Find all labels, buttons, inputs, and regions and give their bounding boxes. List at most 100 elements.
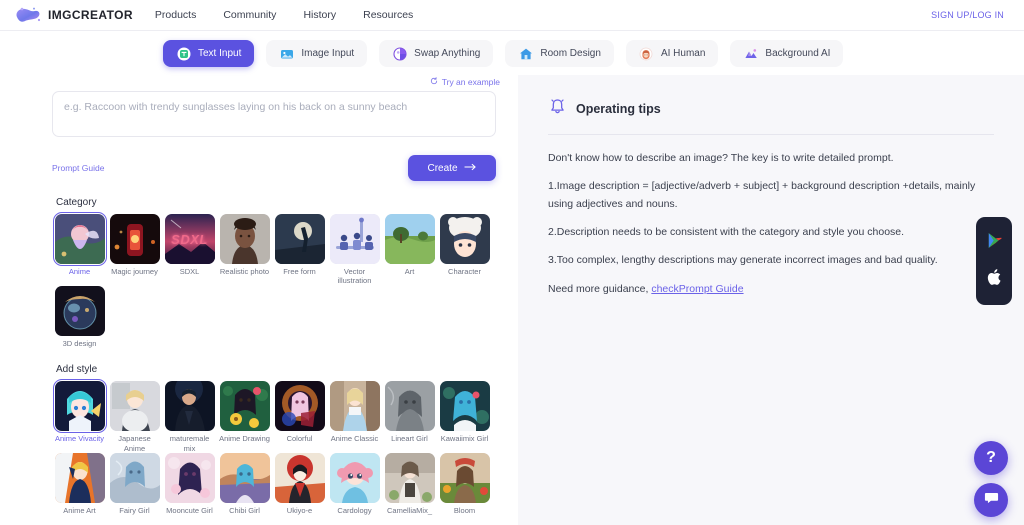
style-thumbnail (109, 381, 160, 432)
apple-icon[interactable] (985, 267, 1004, 291)
style-item-anime-drawing[interactable]: Anime Drawing (217, 381, 272, 453)
style-label: Japanese Anime (118, 434, 151, 453)
tab-label: Swap Anything (414, 48, 481, 59)
category-item-realistic-photo[interactable]: Realistic photo (217, 214, 272, 286)
tips-paragraph: 3.Too complex, lengthy descriptions may … (548, 254, 938, 267)
style-item-cardology[interactable]: Cardology (327, 452, 382, 515)
category-item-character[interactable]: Character (437, 214, 492, 286)
style-thumbnail (439, 452, 490, 503)
style-item-japanese-anime[interactable]: Japanese Anime (107, 381, 162, 453)
blob-logo-icon (14, 6, 42, 24)
category-thumbnail: SDXL (164, 214, 215, 264)
style-thumbnail (329, 381, 380, 432)
style-thumbnail (54, 452, 105, 503)
category-item-vector-illustration[interactable]: Vector illustration (327, 214, 382, 286)
app-download-dock (976, 217, 1012, 305)
category-item-sdxl[interactable]: SDXL SDXL (162, 214, 217, 286)
mode-tabbar: Text Input Image Input Swap Anything Roo… (0, 31, 1024, 75)
style-item-anime-art[interactable]: Anime Art (52, 452, 107, 515)
category-item-magic-journey[interactable]: Magic journey (107, 214, 162, 286)
prompt-guide-link-tips[interactable]: checkPrompt Guide (651, 283, 743, 295)
chat-bubble-icon (984, 490, 999, 510)
prompt-input[interactable] (52, 91, 496, 137)
category-label: 3D design (62, 338, 97, 348)
operating-tips-panel: Operating tips Don't know how to describ… (518, 75, 1024, 525)
sign-up-log-in-link[interactable]: SIGN UP/LOG IN (931, 10, 1010, 20)
category-item-free-form[interactable]: Free form (272, 214, 327, 286)
style-thumbnail (52, 378, 107, 434)
tips-divider (548, 134, 994, 135)
tips-paragraph: 1.Image description = [adjective/adverb … (548, 180, 976, 210)
background-ai-icon (743, 46, 758, 61)
style-item-maturemale-mix[interactable]: maturemale mix (162, 381, 217, 453)
category-label: Art (404, 267, 415, 276)
category-label: Vector illustration (337, 267, 372, 286)
chat-button[interactable] (974, 483, 1008, 517)
nav-item-resources[interactable]: Resources (363, 9, 413, 21)
style-label: Chibi Girl (229, 505, 260, 515)
category-thumbnail (219, 214, 270, 264)
category-thumbnail (52, 211, 107, 267)
question-mark-icon: ? (986, 449, 996, 466)
create-button[interactable]: Create (408, 155, 496, 181)
tab-background-ai[interactable]: Background AI (730, 40, 844, 67)
try-an-example-link[interactable]: Try an example (430, 77, 500, 87)
category-grid: Anime Magic journey SDXL SDXL Realistic … (52, 211, 496, 348)
tab-swap-anything[interactable]: Swap Anything (379, 40, 494, 67)
tips-paragraph: 2.Description needs to be consistent wit… (548, 225, 905, 238)
style-item-lineart-girl[interactable]: Lineart Girl (382, 381, 437, 453)
category-thumbnail (329, 214, 380, 264)
style-thumbnail (219, 452, 270, 503)
floating-action-buttons: ? (974, 441, 1008, 517)
category-item-anime[interactable]: Anime (52, 211, 107, 286)
sdxl-thumb-text: SDXL (171, 231, 208, 247)
style-item-colorful[interactable]: Colorful (272, 381, 327, 453)
style-item-kawaiimix-girl[interactable]: Kawaiimix Girl (437, 381, 492, 453)
tips-paragraph: Don't know how to describe an image? The… (548, 152, 894, 164)
style-item-ukiyo-e[interactable]: Ukiyo-e (272, 452, 327, 515)
category-item-art[interactable]: Art (382, 214, 437, 286)
nav-item-products[interactable]: Products (155, 9, 196, 21)
style-label: Cardology (337, 505, 372, 515)
prompt-guide-link[interactable]: Prompt Guide (52, 163, 104, 173)
tab-text-input[interactable]: Text Input (163, 40, 255, 67)
nav-item-history[interactable]: History (303, 9, 336, 21)
style-thumbnail (109, 452, 160, 503)
category-label: Realistic photo (219, 267, 270, 276)
logo[interactable]: IMGCREATOR (14, 6, 133, 24)
style-thumbnail (384, 452, 435, 503)
category-label: Magic journey (111, 267, 158, 276)
style-label: Anime Classic (330, 434, 379, 444)
tab-room-design[interactable]: Room Design (505, 40, 614, 67)
help-button[interactable]: ? (974, 441, 1008, 475)
style-thumbnail (274, 452, 325, 503)
tab-ai-human[interactable]: AI Human (625, 40, 719, 67)
category-thumbnail (384, 214, 435, 264)
category-item-3d-design[interactable]: 3D design (52, 285, 107, 348)
arrow-right-icon (463, 163, 477, 174)
nav-item-community[interactable]: Community (223, 9, 276, 21)
try-example-row: Try an example (52, 77, 504, 87)
tab-image-input[interactable]: Image Input (266, 40, 368, 67)
style-item-camelliamix[interactable]: CamelliaMix_ (382, 452, 437, 515)
style-label: Anime Drawing (219, 434, 270, 444)
google-play-icon[interactable] (985, 231, 1004, 255)
style-item-fairy-girl[interactable]: Fairy Girl (107, 452, 162, 515)
style-item-mooncute-girl[interactable]: Mooncute Girl (162, 452, 217, 515)
style-label: Fairy Girl (119, 505, 150, 515)
main-content: Try an example Prompt Guide Create Categ… (0, 75, 1024, 525)
style-label: Mooncute Girl (166, 505, 213, 515)
top-header: IMGCREATOR Products Community History Re… (0, 0, 1024, 31)
category-thumbnail (439, 214, 490, 264)
main-nav: Products Community History Resources (155, 9, 413, 21)
tips-footer-text: Need more guidance, (548, 282, 652, 295)
style-label: Colorful (286, 434, 313, 444)
category-thumbnail (274, 214, 325, 264)
style-label: maturemale mix (169, 434, 210, 453)
style-title: Add style (56, 364, 98, 376)
style-item-bloom[interactable]: Bloom (437, 452, 492, 515)
style-item-anime-vivacity[interactable]: Anime Vivacity (52, 378, 107, 453)
tab-label: Image Input (301, 48, 355, 59)
style-item-anime-classic[interactable]: Anime Classic (327, 381, 382, 453)
style-item-chibi-girl[interactable]: Chibi Girl (217, 452, 272, 515)
